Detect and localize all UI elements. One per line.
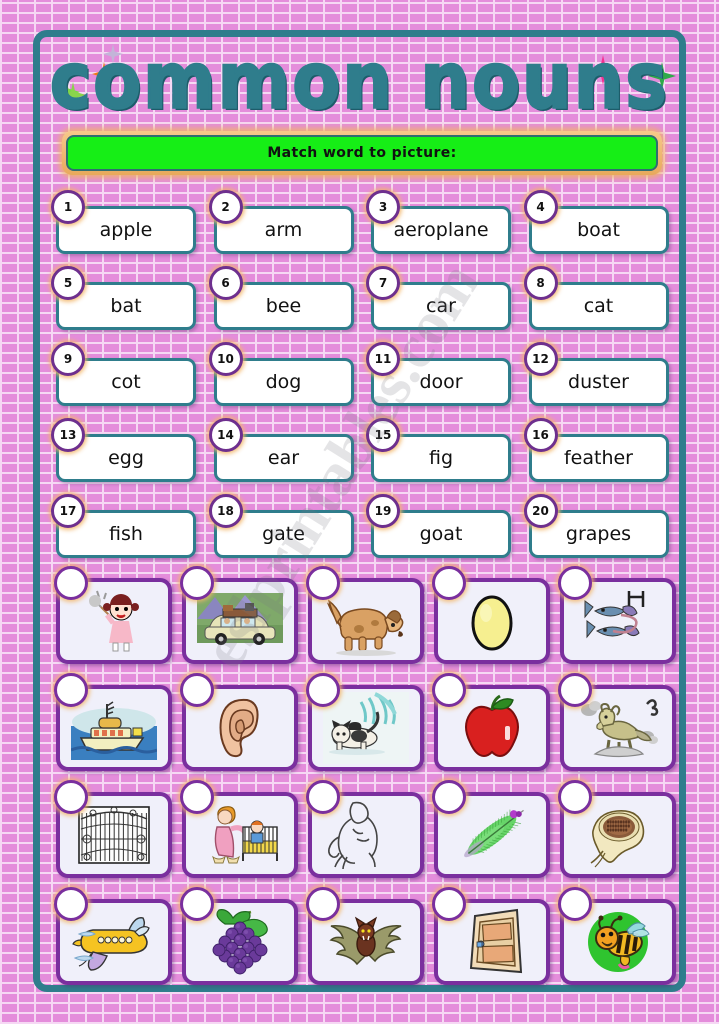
answer-circle[interactable] [558,566,592,600]
picture-card[interactable] [302,780,428,884]
answer-circle[interactable] [54,780,88,814]
picture-card[interactable] [50,673,176,777]
picture-card[interactable] [428,566,554,670]
picture-card[interactable] [50,780,176,884]
answer-circle[interactable] [432,780,466,814]
picture-card[interactable] [176,780,302,884]
word-card[interactable]: gate 18 [206,494,364,572]
word-number-badge: 14 [208,418,243,452]
instruction-bar: Match word to picture: [66,135,658,171]
answer-circle[interactable] [432,887,466,921]
word-card[interactable]: fig 15 [363,418,521,496]
word-row: cot 9 dog 10 door 11 duster 12 [48,342,679,420]
picture-card[interactable] [50,887,176,991]
word-number-badge: 2 [208,190,243,224]
word-grid: apple 1 arm 2 aeroplane 3 boat 4 bat 5 bee 6 car 7 cat… [48,190,679,562]
picture-card[interactable] [176,566,302,670]
word-number-badge: 7 [366,266,400,300]
word-card[interactable]: aeroplane 3 [363,190,521,268]
picture-card[interactable] [428,780,554,884]
picture-card[interactable] [176,673,302,777]
picture-card[interactable] [50,566,176,670]
word-number-badge: 4 [523,190,558,224]
word-row: bat 5 bee 6 car 7 cat 8 [48,266,679,344]
word-number-badge: 13 [51,418,85,452]
word-card[interactable]: duster 12 [521,342,679,420]
answer-circle[interactable] [558,673,592,707]
answer-circle[interactable] [180,673,214,707]
word-card[interactable]: door 11 [363,342,521,420]
word-number-badge: 15 [366,418,400,452]
word-card[interactable]: car 7 [363,266,521,344]
answer-circle[interactable] [306,887,340,921]
word-number-badge: 9 [51,342,85,376]
answer-circle[interactable] [432,673,466,707]
answer-circle[interactable] [180,887,214,921]
word-row: egg 13 ear 14 fig 15 feather 16 [48,418,679,496]
picture-card[interactable] [428,673,554,777]
word-card[interactable]: apple 1 [48,190,206,268]
word-card[interactable]: arm 2 [206,190,364,268]
word-card[interactable]: feather 16 [521,418,679,496]
word-card[interactable]: ear 14 [206,418,364,496]
word-card[interactable]: bee 6 [206,266,364,344]
word-card[interactable]: goat 19 [363,494,521,572]
picture-card[interactable] [554,673,680,777]
answer-circle[interactable] [306,566,340,600]
picture-grid [50,566,680,986]
word-number-badge: 19 [366,494,400,528]
answer-circle[interactable] [54,673,88,707]
word-card[interactable]: bat 5 [48,266,206,344]
answer-circle[interactable] [180,780,214,814]
word-row: fish 17 gate 18 goat 19 grapes 20 [48,494,679,572]
word-number-badge: 3 [366,190,400,224]
answer-circle[interactable] [558,780,592,814]
picture-card[interactable] [176,887,302,991]
answer-circle[interactable] [306,673,340,707]
picture-row [50,566,680,673]
answer-circle[interactable] [432,566,466,600]
picture-card[interactable] [554,780,680,884]
answer-circle[interactable] [558,887,592,921]
word-card[interactable]: egg 13 [48,418,206,496]
word-number-badge: 1 [51,190,85,224]
answer-circle[interactable] [54,566,88,600]
picture-card[interactable] [302,887,428,991]
word-number-badge: 12 [523,342,558,376]
picture-card[interactable] [554,566,680,670]
word-number-badge: 8 [523,266,558,300]
word-card[interactable]: grapes 20 [521,494,679,572]
picture-row [50,780,680,887]
answer-circle[interactable] [180,566,214,600]
picture-card[interactable] [302,566,428,670]
picture-row [50,887,680,994]
page-title: common nouns [33,33,686,127]
word-number-badge: 11 [366,342,400,376]
answer-circle[interactable] [306,780,340,814]
picture-card[interactable] [428,887,554,991]
word-number-badge: 5 [51,266,85,300]
answer-circle[interactable] [54,887,88,921]
word-card[interactable]: cat 8 [521,266,679,344]
word-number-badge: 18 [208,494,243,528]
word-number-badge: 17 [51,494,85,528]
word-number-badge: 16 [523,418,558,452]
instruction-text: Match word to picture: [267,145,457,161]
word-card[interactable]: fish 17 [48,494,206,572]
picture-row [50,673,680,780]
word-number-badge: 10 [208,342,243,376]
word-card[interactable]: boat 4 [521,190,679,268]
word-number-badge: 20 [523,494,558,528]
word-card[interactable]: cot 9 [48,342,206,420]
word-number-badge: 6 [208,266,243,300]
page-title-text: common nouns [49,33,670,127]
picture-card[interactable] [554,887,680,991]
word-card[interactable]: dog 10 [206,342,364,420]
picture-card[interactable] [302,673,428,777]
word-row: apple 1 arm 2 aeroplane 3 boat 4 [48,190,679,268]
